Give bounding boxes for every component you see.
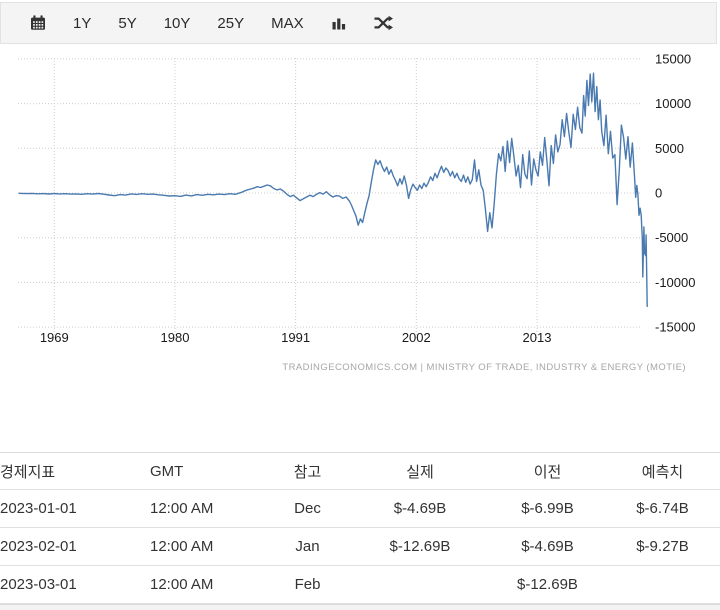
- calendar-cell: $-9.27B: [605, 528, 720, 566]
- chart-attribution: TRADINGECONOMICS.COM | MINISTRY OF TRADE…: [282, 362, 686, 373]
- calendar-cell: 12:00 AM: [150, 490, 265, 528]
- range-button-max[interactable]: MAX: [271, 16, 304, 31]
- range-button-1y[interactable]: 1Y: [73, 16, 91, 31]
- calendar-cell: $-6.99B: [490, 490, 605, 528]
- bar-chart-icon: [331, 15, 347, 31]
- calendar-cell: 2023-03-01: [0, 566, 150, 604]
- calendar-cell: Jan: [265, 528, 350, 566]
- shuffle-icon: [374, 15, 393, 31]
- calendar-row[interactable]: 2023-03-0112:00 AMFeb $-12.69B: [0, 566, 720, 604]
- chart-canvas: 15000 10000 5000 0 -5000 -10000 -15000 1969 1980…: [0, 44, 720, 374]
- x-axis-tick-label: 1991: [281, 330, 310, 345]
- y-axis-tick-label: -5000: [655, 230, 688, 245]
- calendar-cell: $-6.74B: [605, 490, 720, 528]
- y-axis-tick-label: -10000: [655, 275, 695, 290]
- trade-balance-line: [19, 73, 647, 306]
- calendar-cell: 2023-01-01: [0, 490, 150, 528]
- range-button-25y[interactable]: 25Y: [217, 16, 244, 31]
- x-axis-tick-label: 2002: [402, 330, 431, 345]
- calendar-cell: $-4.69B: [350, 490, 490, 528]
- chart-type-button[interactable]: [331, 15, 347, 31]
- column-header: 참고: [265, 453, 350, 490]
- calendar-row[interactable]: 2023-02-0112:00 AMJan$-12.69B$-4.69B$-9.…: [0, 528, 720, 566]
- y-axis-tick-label: 5000: [655, 141, 684, 156]
- x-axis-tick-label: 1969: [40, 330, 69, 345]
- calendar-cell: 12:00 AM: [150, 566, 265, 604]
- calendar-cell: 2023-02-01: [0, 528, 150, 566]
- column-header: 이전: [490, 453, 605, 490]
- column-header: 실제: [350, 453, 490, 490]
- compare-button[interactable]: [374, 15, 393, 31]
- y-axis-tick-label: -15000: [655, 320, 695, 335]
- table-header-row: 경제지표GMT참고실제이전예측치: [0, 453, 720, 490]
- calendar-cell: Feb: [265, 566, 350, 604]
- column-header: 예측치: [605, 453, 720, 490]
- trade-balance-chart[interactable]: 15000 10000 5000 0 -5000 -10000 -15000 1969 1980…: [0, 44, 720, 374]
- calendar-row[interactable]: 2023-01-0112:00 AMDec$-4.69B$-6.99B$-6.7…: [0, 490, 720, 528]
- y-axis-tick-label: 0: [655, 186, 662, 201]
- spacer: [0, 374, 720, 452]
- calendar-cell: [605, 566, 720, 604]
- calendar-cell: [350, 566, 490, 604]
- calendar-cell: $-4.69B: [490, 528, 605, 566]
- calendar-cell: 12:00 AM: [150, 528, 265, 566]
- column-header: 경제지표: [0, 453, 150, 490]
- calendar-cell: $-12.69B: [350, 528, 490, 566]
- calendar-cell: $-12.69B: [490, 566, 605, 604]
- calendar-icon: [30, 15, 46, 31]
- calendar-button[interactable]: [30, 15, 46, 31]
- economic-calendar-table: 경제지표GMT참고실제이전예측치 2023-01-0112:00 AMDec$-…: [0, 452, 720, 604]
- range-button-10y[interactable]: 10Y: [164, 16, 191, 31]
- chart-toolbar: 1Y 5Y 10Y 25Y MAX: [0, 2, 717, 44]
- calendar-cell: Dec: [265, 490, 350, 528]
- range-button-5y[interactable]: 5Y: [118, 16, 136, 31]
- y-axis-tick-label: 10000: [655, 96, 691, 111]
- y-axis-tick-label: 15000: [655, 51, 691, 66]
- x-axis-tick-label: 2013: [523, 330, 552, 345]
- column-header: GMT: [150, 453, 265, 490]
- next-section-strip: [0, 604, 720, 610]
- x-axis-tick-label: 1980: [161, 330, 190, 345]
